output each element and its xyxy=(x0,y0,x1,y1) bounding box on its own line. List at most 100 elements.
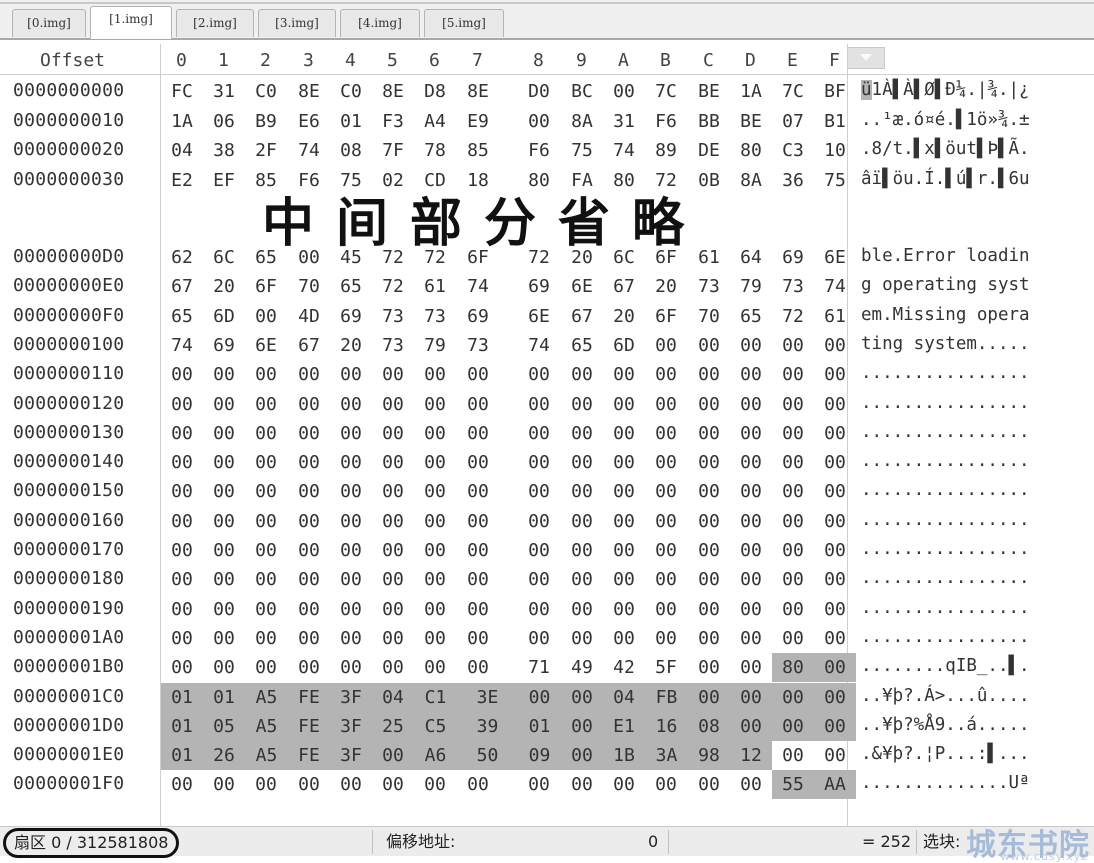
hex-byte[interactable]: 00 xyxy=(457,653,499,682)
hex-byte[interactable]: 00 xyxy=(161,507,203,536)
hex-byte[interactable]: C3 xyxy=(772,136,814,165)
hex-byte[interactable]: 12 xyxy=(730,741,772,771)
hex-byte[interactable]: 00 xyxy=(372,741,414,771)
hex-byte[interactable]: 73 xyxy=(372,331,414,360)
hex-byte[interactable]: 98 xyxy=(688,741,730,771)
hex-byte[interactable]: 74 xyxy=(518,331,560,360)
hex-byte[interactable]: 00 xyxy=(161,419,203,448)
hex-byte[interactable]: 00 xyxy=(645,595,687,624)
tab-3-img[interactable]: [3.img] xyxy=(258,9,336,37)
hex-byte[interactable]: 00 xyxy=(457,360,499,389)
hex-byte[interactable]: 07 xyxy=(772,107,814,136)
hex-byte[interactable]: 61 xyxy=(814,302,856,331)
hex-byte[interactable]: E9 xyxy=(457,107,499,136)
hex-byte[interactable]: 00 xyxy=(814,711,856,741)
hex-byte[interactable]: 6E xyxy=(245,331,287,360)
hex-byte[interactable]: C0 xyxy=(245,77,287,106)
hex-byte[interactable]: 00 xyxy=(730,653,772,682)
hex-byte[interactable]: 00 xyxy=(688,565,730,594)
hex-byte[interactable]: 00 xyxy=(372,360,414,389)
hex-byte[interactable]: 74 xyxy=(288,136,330,165)
hex-byte[interactable]: 00 xyxy=(330,770,372,799)
hex-byte[interactable]: 00 xyxy=(245,624,287,653)
hex-byte[interactable]: 00 xyxy=(288,448,330,477)
hex-byte[interactable]: 00 xyxy=(561,624,603,653)
hex-byte[interactable]: 25 xyxy=(372,711,414,741)
hex-byte[interactable]: 00 xyxy=(814,331,856,360)
hex-byte[interactable]: 67 xyxy=(561,302,603,331)
hex-byte[interactable]: 00 xyxy=(372,419,414,448)
hex-byte[interactable]: 74 xyxy=(161,331,203,360)
hex-byte[interactable]: 00 xyxy=(688,448,730,477)
hex-byte[interactable]: 00 xyxy=(814,624,856,653)
hex-byte[interactable]: 8A xyxy=(561,107,603,136)
hex-byte[interactable]: 00 xyxy=(518,536,560,565)
hex-byte[interactable]: 00 xyxy=(772,741,814,770)
hex-byte[interactable]: 7F xyxy=(372,136,414,165)
hex-byte[interactable]: 00 xyxy=(688,331,730,360)
hex-byte[interactable]: 00 xyxy=(688,390,730,419)
hex-byte[interactable]: 72 xyxy=(372,272,414,301)
hex-byte[interactable]: 26 xyxy=(203,741,245,771)
hex-byte[interactable]: 73 xyxy=(772,272,814,301)
hex-byte[interactable]: 00 xyxy=(814,507,856,536)
hex-byte[interactable]: 00 xyxy=(245,770,287,799)
hex-byte[interactable]: 00 xyxy=(372,448,414,477)
hex-byte[interactable]: 00 xyxy=(814,448,856,477)
hex-byte[interactable]: 00 xyxy=(203,595,245,624)
hex-byte[interactable]: 74 xyxy=(603,136,645,165)
hex-byte[interactable]: 67 xyxy=(288,331,330,360)
hex-byte[interactable]: 20 xyxy=(603,302,645,331)
hex-byte[interactable]: 00 xyxy=(688,419,730,448)
ascii-text[interactable]: ................ xyxy=(861,393,1030,413)
hex-byte[interactable]: 79 xyxy=(414,331,456,360)
hex-byte[interactable]: 72 xyxy=(772,302,814,331)
hex-byte[interactable]: 00 xyxy=(372,507,414,536)
hex-byte[interactable]: 00 xyxy=(814,477,856,506)
hex-byte[interactable]: 00 xyxy=(457,390,499,419)
hex-byte[interactable]: 00 xyxy=(518,419,560,448)
hex-byte[interactable]: 8E xyxy=(457,77,499,106)
hex-byte[interactable]: 10 xyxy=(814,136,856,165)
hex-byte[interactable]: 00 xyxy=(730,595,772,624)
hex-byte[interactable]: 00 xyxy=(457,770,499,799)
hex-byte[interactable]: 00 xyxy=(288,653,330,682)
hex-byte[interactable]: 00 xyxy=(518,682,561,712)
hex-byte[interactable]: 3F xyxy=(330,711,372,741)
hex-byte[interactable]: 00 xyxy=(372,477,414,506)
hex-byte[interactable]: 6F xyxy=(645,302,687,331)
hex-byte[interactable]: A4 xyxy=(414,107,456,136)
hex-byte[interactable]: 00 xyxy=(245,390,287,419)
hex-byte[interactable]: 00 xyxy=(518,770,560,799)
ascii-text[interactable]: ble.Error loadin xyxy=(861,246,1030,266)
hex-byte[interactable]: 00 xyxy=(603,507,645,536)
hex-byte[interactable]: 00 xyxy=(288,595,330,624)
hex-byte[interactable]: 00 xyxy=(203,624,245,653)
hex-byte[interactable]: 00 xyxy=(814,536,856,565)
hex-byte[interactable]: 00 xyxy=(288,419,330,448)
hex-byte[interactable]: 00 xyxy=(457,477,499,506)
hex-byte[interactable]: 00 xyxy=(814,360,856,389)
hex-byte[interactable]: BE xyxy=(730,107,772,136)
hex-byte[interactable]: 7C xyxy=(772,77,814,106)
hex-byte[interactable]: DE xyxy=(688,136,730,165)
hex-byte[interactable]: 69 xyxy=(457,302,499,331)
hex-byte[interactable]: 69 xyxy=(330,302,372,331)
hex-byte[interactable]: 00 xyxy=(688,624,730,653)
hex-byte[interactable]: 00 xyxy=(688,507,730,536)
hex-byte[interactable]: 00 xyxy=(414,419,456,448)
hex-byte[interactable]: 00 xyxy=(772,711,814,741)
hex-byte[interactable]: 00 xyxy=(161,360,203,389)
ascii-text[interactable]: ................ xyxy=(861,598,1030,618)
hex-byte[interactable]: B9 xyxy=(245,107,287,136)
hex-byte[interactable]: 00 xyxy=(603,595,645,624)
hex-byte[interactable]: 00 xyxy=(330,448,372,477)
hex-byte[interactable]: 73 xyxy=(688,272,730,301)
hex-byte[interactable]: 00 xyxy=(245,302,287,331)
hex-byte[interactable]: 89 xyxy=(645,136,687,165)
ascii-text[interactable]: .&¥þ?.¦P...:▌... xyxy=(861,744,1030,764)
hex-byte[interactable]: A5 xyxy=(245,682,288,712)
ascii-text[interactable]: em.Missing opera xyxy=(861,305,1030,325)
hex-byte[interactable]: 70 xyxy=(288,272,330,301)
hex-byte[interactable]: 00 xyxy=(330,653,372,682)
